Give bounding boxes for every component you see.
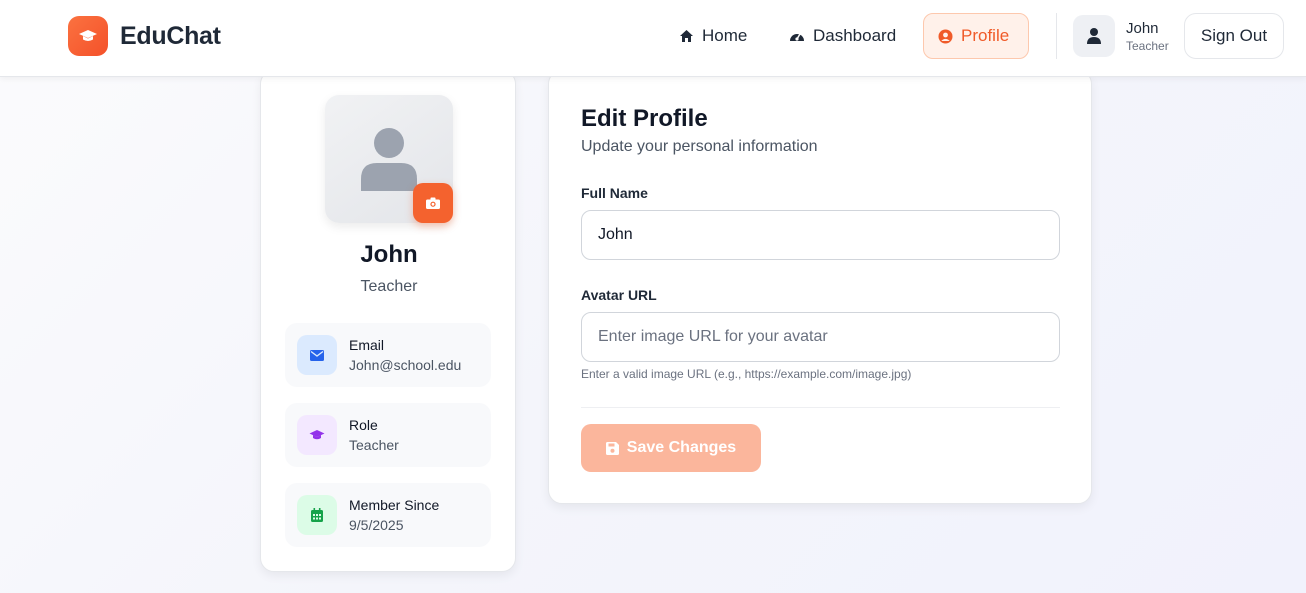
info-value: 9/5/2025 (349, 517, 404, 533)
info-label: Member Since (349, 497, 440, 513)
brand[interactable]: EduChat (68, 16, 221, 56)
full-name-label: Full Name (581, 185, 648, 201)
save-changes-label: Save Changes (626, 439, 737, 456)
profile-role: Teacher (360, 278, 418, 295)
profile-summary-card: John Teacher Email John@school.edu Role … (260, 70, 516, 572)
user-circle-icon (938, 29, 953, 43)
change-avatar-button[interactable] (413, 183, 453, 223)
avatar-url-hint: Enter a valid image URL (e.g., https://e… (581, 367, 912, 381)
camera-icon (426, 197, 440, 209)
avatar-url-input[interactable] (581, 312, 1060, 362)
page-title: Edit Profile (581, 105, 708, 132)
user-icon (1087, 28, 1101, 44)
nav-profile-label: Profile (961, 26, 1010, 45)
gauge-icon (790, 33, 804, 41)
info-value: Teacher (349, 437, 399, 453)
nav-home-label: Home (702, 26, 748, 45)
info-value: John@school.edu (349, 357, 462, 373)
nav-home[interactable]: Home (665, 13, 761, 59)
graduation-cap-icon (297, 415, 337, 455)
edit-profile-card: Edit Profile Update your personal inform… (548, 70, 1092, 504)
save-icon (605, 441, 619, 455)
top-navbar: EduChat Home Dashboard Profile John Teac… (0, 0, 1306, 77)
calendar-icon (297, 495, 337, 535)
user-name: John (1126, 20, 1159, 37)
app-name: EduChat (120, 21, 221, 50)
info-label: Email (349, 337, 385, 353)
save-changes-button[interactable]: Save Changes (581, 424, 761, 472)
full-name-input[interactable] (581, 210, 1060, 260)
nav-dashboard[interactable]: Dashboard (775, 13, 910, 59)
graduation-cap-icon (68, 16, 108, 56)
divider (1056, 13, 1057, 59)
avatar-url-label: Avatar URL (581, 287, 657, 303)
info-role: Role Teacher (285, 403, 491, 467)
info-member-since: Member Since 9/5/2025 (285, 483, 491, 547)
sign-out-button[interactable]: Sign Out (1184, 13, 1284, 59)
profile-name: John (360, 241, 418, 268)
divider (581, 407, 1060, 408)
user-role: Teacher (1126, 39, 1169, 53)
nav-dashboard-label: Dashboard (813, 26, 897, 45)
page-subtitle: Update your personal information (581, 138, 818, 155)
home-icon (680, 30, 693, 42)
user-placeholder-icon (361, 128, 417, 191)
info-label: Role (349, 417, 378, 433)
mail-icon (297, 335, 337, 375)
avatar[interactable] (1073, 15, 1115, 57)
info-email: Email John@school.edu (285, 323, 491, 387)
nav-profile[interactable]: Profile (923, 13, 1029, 59)
